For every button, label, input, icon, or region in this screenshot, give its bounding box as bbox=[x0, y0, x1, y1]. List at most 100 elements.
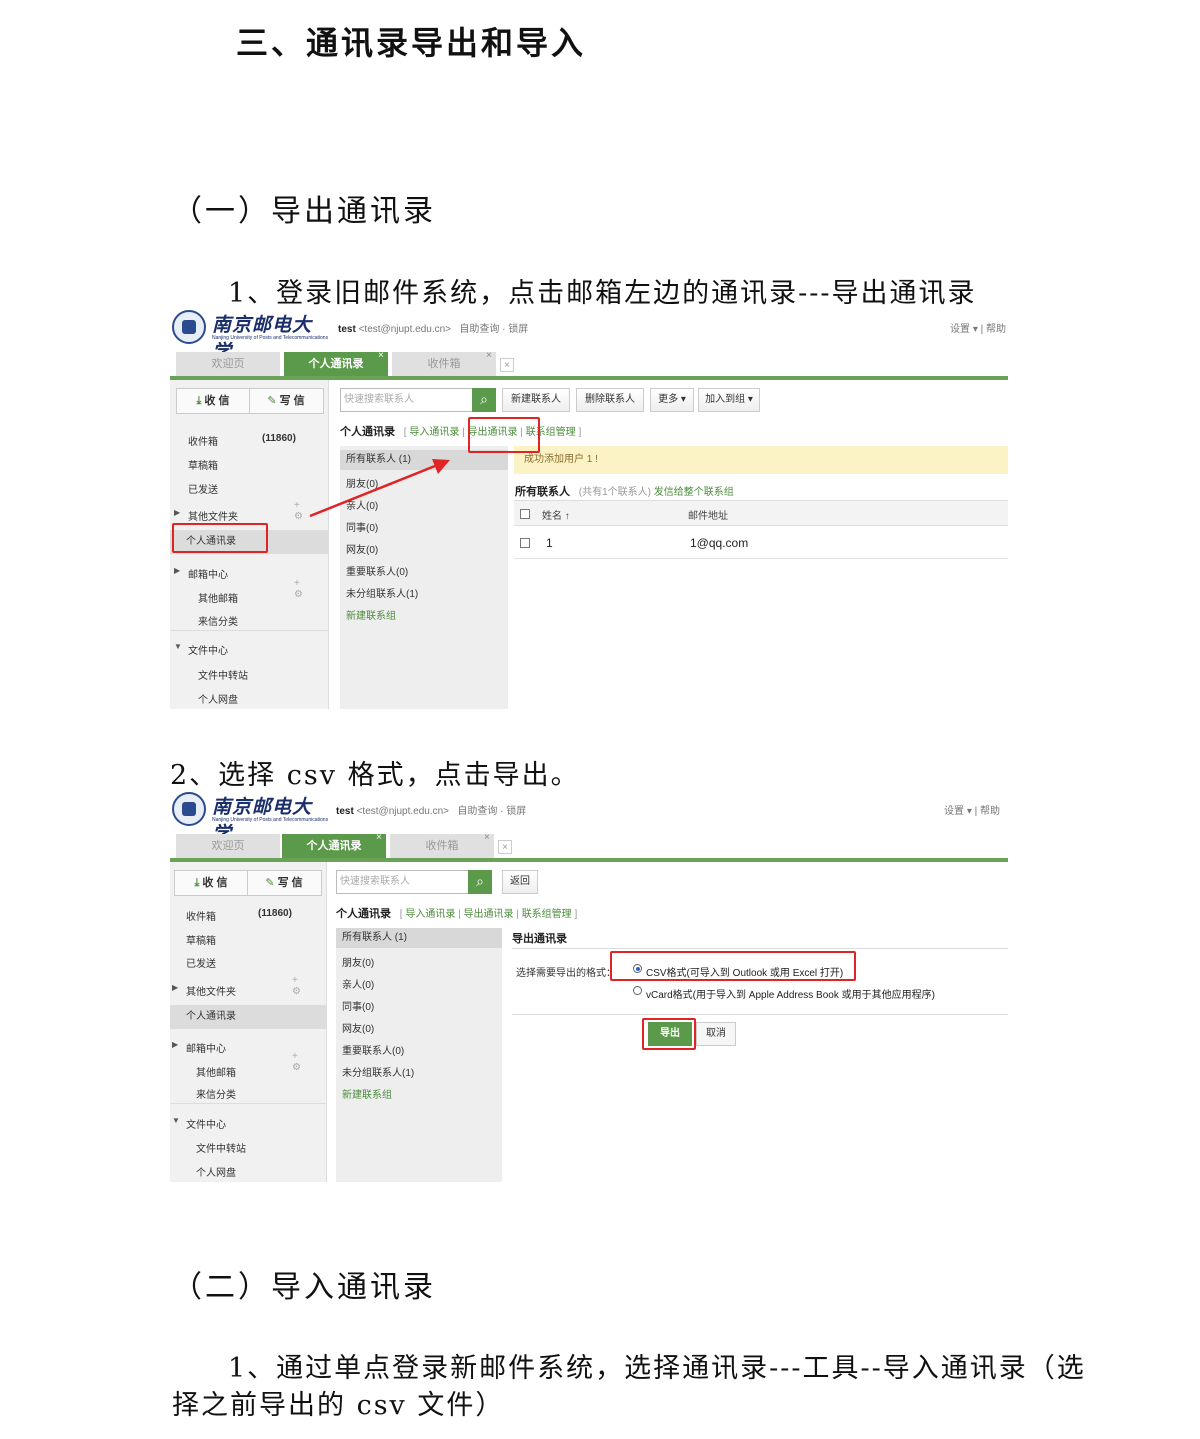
group-all[interactable]: 所有联系人 (1) bbox=[340, 450, 508, 470]
close-icon[interactable]: × bbox=[486, 350, 492, 361]
settings-help-links[interactable]: 设置 ▾ | 帮助 bbox=[944, 802, 1000, 817]
select-all-checkbox[interactable] bbox=[520, 509, 530, 519]
write-button[interactable]: ✎ 写 信 bbox=[250, 389, 322, 413]
sidebar-item-other-mailbox[interactable]: 其他邮箱 bbox=[196, 1064, 236, 1079]
settings-help-links[interactable]: 设置 ▾ | 帮助 bbox=[950, 320, 1006, 335]
close-icon[interactable]: × bbox=[484, 832, 490, 843]
expand-icon[interactable]: ▶ bbox=[172, 983, 178, 992]
sidebar-item-contacts[interactable]: 个人通讯录 bbox=[170, 1005, 326, 1029]
group-colleagues[interactable]: 同事(0) bbox=[346, 519, 378, 534]
new-group-link[interactable]: 新建联系组 bbox=[342, 1086, 392, 1101]
user-links[interactable]: 自助查询 · 锁屏 bbox=[457, 806, 526, 817]
vcard-option-label[interactable]: vCard格式(用于导入到 Apple Address Book 或用于其他应用… bbox=[646, 986, 935, 1001]
contact-search-input[interactable]: 快速搜索联系人 bbox=[340, 388, 474, 412]
close-all-icon[interactable]: × bbox=[500, 358, 514, 372]
sidebar-item-mail-center[interactable]: 邮箱中心 bbox=[188, 566, 228, 581]
sidebar-item-other-folders[interactable]: 其他文件夹 bbox=[188, 508, 238, 523]
group-important[interactable]: 重要联系人(0) bbox=[342, 1042, 404, 1057]
tab-contacts[interactable]: 个人通讯录 bbox=[284, 352, 388, 376]
sidebar-item-netdisk[interactable]: 个人网盘 bbox=[196, 1164, 236, 1179]
compose-buttons: ⤓ 收 信 ✎ 写 信 bbox=[174, 870, 322, 896]
section-title: 三、通讯录导出和导入 bbox=[236, 24, 587, 62]
receive-label: 收 信 bbox=[202, 877, 228, 889]
new-contact-button[interactable]: 新建联系人 bbox=[502, 388, 570, 412]
tab-inbox[interactable]: 收件箱 bbox=[390, 834, 494, 858]
row-checkbox[interactable] bbox=[520, 538, 530, 548]
sidebar-item-sent[interactable]: 已发送 bbox=[188, 481, 218, 496]
sidebar-item-netdisk[interactable]: 个人网盘 bbox=[198, 691, 238, 706]
tab-welcome[interactable]: 欢迎页 bbox=[176, 834, 280, 858]
contact-search-input[interactable]: 快速搜索联系人 bbox=[336, 870, 470, 894]
receive-button[interactable]: ⤓ 收 信 bbox=[177, 389, 250, 413]
group-important[interactable]: 重要联系人(0) bbox=[346, 563, 408, 578]
mail-screenshot-contacts: 南京邮电大学 Nanjing University of Posts and T… bbox=[170, 306, 1008, 709]
close-icon[interactable]: × bbox=[376, 832, 382, 843]
sidebar-item-inbox[interactable]: 收件箱 bbox=[188, 433, 218, 448]
delete-contact-button[interactable]: 删除联系人 bbox=[576, 388, 644, 412]
mailbox-add-settings-icon[interactable]: + ⚙ bbox=[294, 578, 328, 600]
export-title: 导出通讯录 bbox=[512, 933, 567, 945]
folder-add-settings-icon[interactable]: + ⚙ bbox=[292, 975, 326, 997]
group-family[interactable]: 亲人(0) bbox=[346, 497, 378, 512]
group-ungrouped[interactable]: 未分组联系人(1) bbox=[346, 585, 418, 600]
expand-icon[interactable]: ▶ bbox=[172, 1040, 178, 1049]
group-netfriends[interactable]: 网友(0) bbox=[342, 1020, 374, 1035]
download-icon: ⤓ bbox=[196, 395, 202, 407]
write-label: 写 信 bbox=[279, 395, 305, 407]
import-contacts-link[interactable]: 导入通讯录 bbox=[409, 427, 459, 438]
sidebar-item-file-center[interactable]: 文件中心 bbox=[188, 642, 228, 657]
expand-icon[interactable]: ▶ bbox=[174, 508, 180, 517]
group-friends[interactable]: 朋友(0) bbox=[342, 954, 374, 969]
col-email[interactable]: 邮件地址 bbox=[688, 507, 728, 522]
close-icon[interactable]: × bbox=[378, 350, 384, 361]
mailbox-add-settings-icon[interactable]: + ⚙ bbox=[292, 1051, 326, 1073]
folder-add-settings-icon[interactable]: + ⚙ bbox=[294, 500, 328, 522]
export-contacts-link[interactable]: 导出通讯录 bbox=[464, 909, 514, 920]
new-group-link[interactable]: 新建联系组 bbox=[346, 607, 396, 622]
sidebar-item-inbox[interactable]: 收件箱 bbox=[186, 908, 216, 923]
group-colleagues[interactable]: 同事(0) bbox=[342, 998, 374, 1013]
sidebar-item-other-mailbox[interactable]: 其他邮箱 bbox=[198, 590, 238, 605]
contacts-breadcrumb: 个人通讯录 [ 导入通讯录 | 导出通讯录 | 联系组管理 ] bbox=[336, 905, 577, 921]
table-row[interactable]: 1 1@qq.com bbox=[514, 528, 1008, 559]
group-ungrouped[interactable]: 未分组联系人(1) bbox=[342, 1064, 414, 1079]
close-all-icon[interactable]: × bbox=[498, 840, 512, 854]
expand-icon[interactable]: ▶ bbox=[174, 566, 180, 575]
back-button[interactable]: 返回 bbox=[502, 870, 538, 894]
vcard-radio[interactable] bbox=[633, 986, 642, 995]
edit-icon: ✎ bbox=[267, 395, 277, 407]
collapse-icon[interactable]: ▼ bbox=[174, 642, 182, 651]
sidebar-item-sent[interactable]: 已发送 bbox=[186, 955, 216, 970]
write-button[interactable]: ✎ 写 信 bbox=[248, 871, 320, 895]
export-divider bbox=[512, 948, 1008, 949]
receive-button[interactable]: ⤓ 收 信 bbox=[175, 871, 248, 895]
add-to-group-dropdown[interactable]: 加入到组 ▾ bbox=[698, 388, 760, 412]
tab-contacts[interactable]: 个人通讯录 bbox=[282, 834, 386, 858]
group-netfriends[interactable]: 网友(0) bbox=[346, 541, 378, 556]
sidebar-item-file-center[interactable]: 文件中心 bbox=[186, 1116, 226, 1131]
sidebar-item-mail-center[interactable]: 邮箱中心 bbox=[186, 1040, 226, 1055]
tab-welcome[interactable]: 欢迎页 bbox=[176, 352, 280, 376]
tab-inbox[interactable]: 收件箱 bbox=[392, 352, 496, 376]
collapse-icon[interactable]: ▼ bbox=[172, 1116, 180, 1125]
search-icon[interactable]: ⌕ bbox=[468, 870, 492, 894]
search-icon[interactable]: ⌕ bbox=[472, 388, 496, 412]
sidebar-item-other-folders[interactable]: 其他文件夹 bbox=[186, 983, 236, 998]
sidebar-item-file-transfer[interactable]: 文件中转站 bbox=[196, 1140, 246, 1155]
import-contacts-link[interactable]: 导入通讯录 bbox=[405, 909, 455, 920]
sidebar-item-drafts[interactable]: 草稿箱 bbox=[188, 457, 218, 472]
cancel-button[interactable]: 取消 bbox=[696, 1022, 736, 1046]
group-friends[interactable]: 朋友(0) bbox=[346, 475, 378, 490]
send-to-group-link[interactable]: 发信给整个联系组 bbox=[654, 487, 734, 498]
sidebar-item-sort-incoming[interactable]: 来信分类 bbox=[198, 613, 238, 628]
group-family[interactable]: 亲人(0) bbox=[342, 976, 374, 991]
group-all[interactable]: 所有联系人 (1) bbox=[336, 928, 502, 948]
sidebar-item-drafts[interactable]: 草稿箱 bbox=[186, 932, 216, 947]
sidebar-item-sort-incoming[interactable]: 来信分类 bbox=[196, 1086, 236, 1101]
contact-email[interactable]: 1@qq.com bbox=[690, 536, 748, 550]
group-manage-link[interactable]: 联系组管理 bbox=[522, 909, 572, 920]
sidebar-item-file-transfer[interactable]: 文件中转站 bbox=[198, 667, 248, 682]
user-links[interactable]: 自助查询 · 锁屏 bbox=[459, 324, 528, 335]
more-dropdown[interactable]: 更多 ▾ bbox=[650, 388, 694, 412]
col-name[interactable]: 姓名 ↑ bbox=[542, 507, 570, 522]
